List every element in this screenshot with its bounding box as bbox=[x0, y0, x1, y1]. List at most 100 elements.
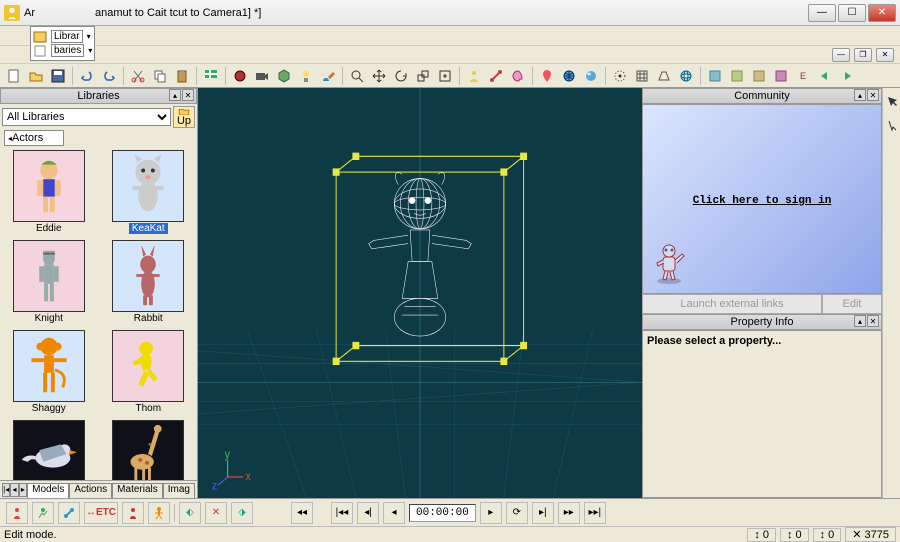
cut-button[interactable] bbox=[128, 66, 148, 86]
library-selector[interactable]: All Libraries bbox=[2, 108, 171, 126]
library-dropdown-overlay[interactable]: Librar▾ baries▾ bbox=[30, 26, 95, 61]
redo-button[interactable] bbox=[99, 66, 119, 86]
community-edit-button[interactable]: Edit bbox=[822, 294, 882, 314]
tab-scroll-next[interactable]: ▸ bbox=[19, 483, 27, 497]
loop-button[interactable]: ⟳ bbox=[506, 502, 528, 524]
render-button[interactable] bbox=[230, 66, 250, 86]
model-button[interactable] bbox=[274, 66, 294, 86]
goto-start-button[interactable]: |◂◂ bbox=[331, 502, 353, 524]
title-bar: Ar anamut to Cait tcut to Camera1] *] — … bbox=[0, 0, 900, 26]
prev-button[interactable] bbox=[815, 66, 835, 86]
mode-person2-button[interactable] bbox=[122, 502, 144, 524]
community-close-button[interactable]: ✕ bbox=[867, 89, 879, 101]
app-title: Ar bbox=[24, 7, 35, 19]
3d-viewport[interactable]: x y z bbox=[198, 88, 642, 498]
library-item-giraffe[interactable]: giraffe bbox=[104, 420, 194, 480]
tab-actions[interactable]: Actions bbox=[69, 483, 112, 498]
timecode-display[interactable]: 00:00:00 bbox=[409, 504, 476, 522]
library-item-goose[interactable]: Goose bbox=[4, 420, 94, 480]
maximize-button[interactable]: ☐ bbox=[838, 4, 866, 22]
tool-e-button[interactable]: E bbox=[793, 66, 813, 86]
minimize-button[interactable]: — bbox=[808, 4, 836, 22]
mode-bone-button[interactable] bbox=[58, 502, 80, 524]
step-fwd-button[interactable]: ▸▸ bbox=[558, 502, 580, 524]
snap-button[interactable] bbox=[610, 66, 630, 86]
tool-b-button[interactable] bbox=[727, 66, 747, 86]
up-folder-button[interactable]: Up bbox=[173, 106, 195, 128]
mode-figure-button[interactable] bbox=[148, 502, 170, 524]
bone-button[interactable] bbox=[486, 66, 506, 86]
play-button[interactable]: ▸ bbox=[480, 502, 502, 524]
status-bar: Edit mode. ↕ 0 ↕ 0 ↕ 0 ✕ 3775 bbox=[0, 526, 900, 542]
undo-button[interactable] bbox=[77, 66, 97, 86]
app-icon bbox=[4, 5, 20, 21]
mode-anim-button[interactable] bbox=[32, 502, 54, 524]
tool-d-button[interactable] bbox=[771, 66, 791, 86]
property-pin-button[interactable]: ▴ bbox=[854, 315, 866, 327]
light-button[interactable] bbox=[296, 66, 316, 86]
arrow-tool-button[interactable] bbox=[882, 92, 900, 112]
property-panel-title: Property Info ▴✕ bbox=[642, 314, 882, 330]
paint-button[interactable] bbox=[318, 66, 338, 86]
move-button[interactable] bbox=[369, 66, 389, 86]
panel-close-button[interactable]: ✕ bbox=[182, 89, 194, 101]
scale-button[interactable] bbox=[413, 66, 433, 86]
next-frame-button[interactable]: ▸| bbox=[532, 502, 554, 524]
pick-tool-button[interactable] bbox=[882, 116, 900, 136]
open-button[interactable] bbox=[26, 66, 46, 86]
flag-button[interactable] bbox=[201, 66, 221, 86]
perspective-button[interactable] bbox=[654, 66, 674, 86]
library-item-knight[interactable]: Knight bbox=[4, 240, 94, 324]
key-back-button[interactable]: ⬖ bbox=[179, 502, 201, 524]
property-close-button[interactable]: ✕ bbox=[867, 315, 879, 327]
tool-c-button[interactable] bbox=[749, 66, 769, 86]
copy-button[interactable] bbox=[150, 66, 170, 86]
actors-label: ◂Actors bbox=[4, 130, 64, 146]
page-icon bbox=[33, 45, 47, 57]
sign-in-link[interactable]: Click here to sign in bbox=[643, 195, 881, 207]
prev-frame-button[interactable]: ◂ bbox=[383, 502, 405, 524]
mode-person-button[interactable] bbox=[6, 502, 28, 524]
grid-toggle-button[interactable] bbox=[632, 66, 652, 86]
mdi-restore-button[interactable]: ❐ bbox=[854, 48, 872, 62]
library-item-thom[interactable]: Thom bbox=[104, 330, 194, 414]
close-button[interactable]: ✕ bbox=[868, 4, 896, 22]
new-button[interactable] bbox=[4, 66, 24, 86]
step-back-button[interactable]: ◂| bbox=[357, 502, 379, 524]
wireframe-button[interactable] bbox=[676, 66, 696, 86]
tool-a-button[interactable] bbox=[705, 66, 725, 86]
launch-links-button[interactable]: Launch external links bbox=[642, 294, 822, 314]
community-pin-button[interactable]: ▴ bbox=[854, 89, 866, 101]
save-button[interactable] bbox=[48, 66, 68, 86]
goto-end-button[interactable]: ▸▸| bbox=[584, 502, 606, 524]
mode-etc-button[interactable]: ↔ETC bbox=[84, 502, 118, 524]
tab-imag[interactable]: Imag bbox=[163, 483, 195, 498]
library-item-rabbit[interactable]: Rabbit bbox=[104, 240, 194, 324]
community-panel: Click here to sign in bbox=[642, 104, 882, 294]
camera-button[interactable] bbox=[252, 66, 272, 86]
paste-button[interactable] bbox=[172, 66, 192, 86]
tab-scroll-prev[interactable]: ◂ bbox=[10, 483, 18, 497]
tab-models[interactable]: Models bbox=[27, 483, 69, 498]
panel-pin-button[interactable]: ▴ bbox=[169, 89, 181, 101]
viewport-scene: x y z bbox=[198, 88, 642, 498]
tab-materials[interactable]: Materials bbox=[112, 483, 163, 498]
globe-button[interactable] bbox=[559, 66, 579, 86]
play-reverse-button[interactable]: ◂◂ bbox=[291, 502, 313, 524]
sphere-button[interactable] bbox=[581, 66, 601, 86]
tab-scroll-first[interactable]: |◂ bbox=[2, 483, 10, 497]
rotate-button[interactable] bbox=[391, 66, 411, 86]
key-forward-button[interactable]: ⬗ bbox=[231, 502, 253, 524]
library-item-keakat[interactable]: KeaKat bbox=[104, 150, 194, 234]
actor-button[interactable] bbox=[464, 66, 484, 86]
mdi-minimize-button[interactable]: — bbox=[832, 48, 850, 62]
location-button[interactable] bbox=[537, 66, 557, 86]
zoom-button[interactable] bbox=[347, 66, 367, 86]
palette-button[interactable] bbox=[508, 66, 528, 86]
library-item-eddie[interactable]: Eddie bbox=[4, 150, 94, 234]
next-button[interactable] bbox=[837, 66, 857, 86]
mdi-close-button[interactable]: ✕ bbox=[876, 48, 894, 62]
library-item-shaggy[interactable]: Shaggy bbox=[4, 330, 94, 414]
zoom-fit-button[interactable] bbox=[435, 66, 455, 86]
delete-key-button[interactable]: ✕ bbox=[205, 502, 227, 524]
